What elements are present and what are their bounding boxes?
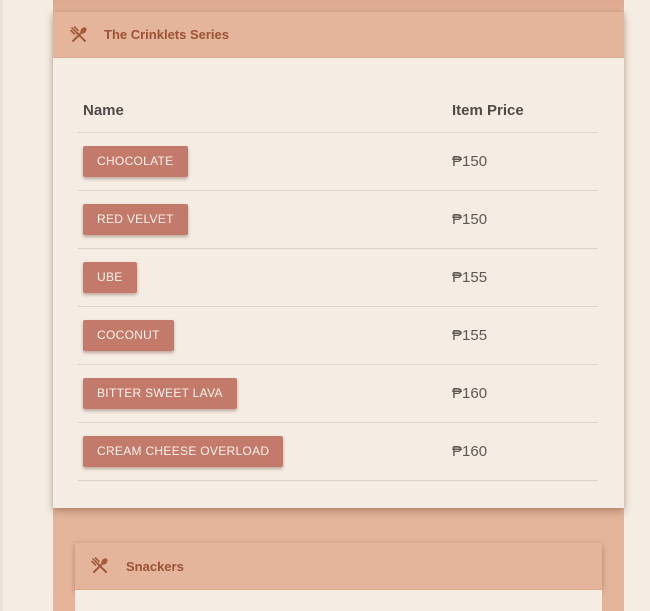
previous-section-edge [53,0,624,12]
table-row: RED VELVET ₱150 [78,190,598,249]
table-header-row: Name Item Price [78,90,598,133]
item-bitter-sweet-lava-button[interactable]: BITTER SWEET LAVA [83,377,237,409]
table-row: UBE ₱155 [78,248,598,307]
section-header[interactable]: The Crinklets Series [53,12,624,58]
section-title: Snackers [126,558,184,574]
column-header-price: Item Price [452,90,598,133]
table-row: COCONUT ₱155 [78,306,598,365]
utensils-icon [69,25,89,45]
section-snackers-body [75,590,602,611]
item-chocolate-button[interactable]: CHOCOLATE [83,145,188,177]
item-price: ₱150 [452,190,598,249]
table-row: CHOCOLATE ₱150 [78,132,598,191]
item-price: ₱150 [452,132,598,191]
item-coconut-button[interactable]: COCONUT [83,319,174,351]
item-price: ₱155 [452,248,598,307]
section-snackers-header[interactable]: Snackers [75,543,602,590]
item-price: ₱160 [452,422,598,481]
table-row: BITTER SWEET LAVA ₱160 [78,364,598,423]
utensils-icon [90,556,110,576]
price-table: Name Item Price CHOCOLATE ₱150 RED VELVE… [78,90,598,481]
item-price: ₱160 [452,364,598,423]
section-crinklets: The Crinklets Series Name Item Price CHO… [53,12,624,508]
section-title: The Crinklets Series [104,27,229,42]
item-red-velvet-button[interactable]: RED VELVET [83,203,188,235]
item-cream-cheese-overload-button[interactable]: CREAM CHEESE OVERLOAD [83,435,284,467]
item-ube-button[interactable]: UBE [83,261,137,293]
table-row: CREAM CHEESE OVERLOAD ₱160 [78,422,598,481]
item-price: ₱155 [452,306,598,365]
column-header-name: Name [78,90,452,133]
page-left-border [0,0,3,611]
